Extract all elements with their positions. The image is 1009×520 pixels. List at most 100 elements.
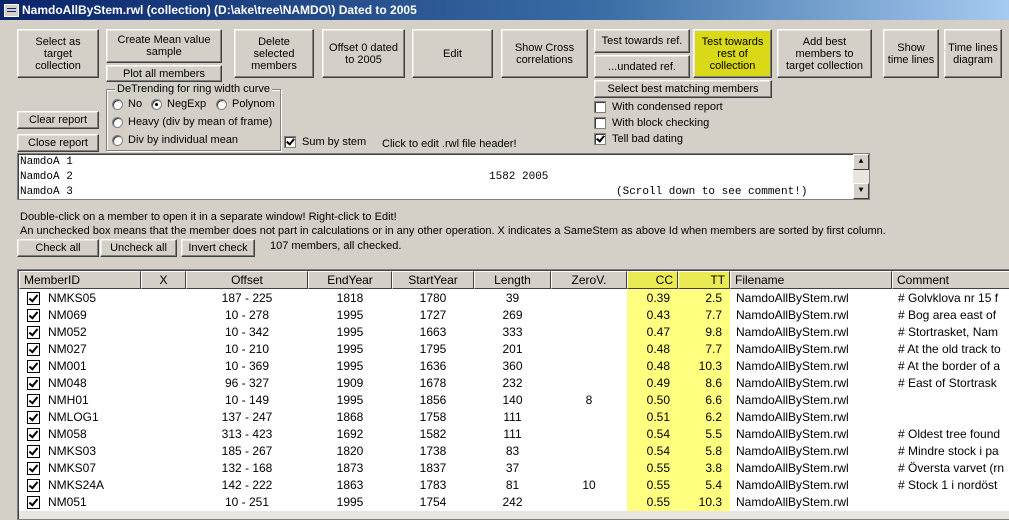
- cell-cc: 0.49: [646, 376, 670, 390]
- radio-heavy[interactable]: Heavy (div by mean of frame): [112, 116, 272, 128]
- cell-member-id: NM001: [48, 359, 87, 373]
- table-row[interactable]: NM051 10 - 251 1995 1754 242 0.55 10.3 NamdoAll…: [19, 494, 1009, 511]
- edit-button[interactable]: Edit: [412, 29, 493, 78]
- header-zero-v[interactable]: ZeroV.: [551, 271, 627, 289]
- show-cross-correlations-button[interactable]: Show Cross correlations: [501, 29, 588, 78]
- row-checkbox[interactable]: [27, 394, 40, 407]
- select-best-matching-button[interactable]: Select best matching members: [594, 80, 772, 98]
- cell-start-year: 1663: [419, 325, 447, 339]
- show-time-lines-button[interactable]: Show time lines: [883, 29, 939, 78]
- cell-start-year: 1678: [419, 376, 447, 390]
- radio-no[interactable]: No: [112, 98, 142, 110]
- tell-bad-dating-box[interactable]: [594, 133, 606, 145]
- table-row[interactable]: NMH01 10 - 149 1995 1856 140 8 0.50 6.6 NamdoAll…: [19, 392, 1009, 409]
- cell-filename: NamdoAllByStem.rwl: [736, 461, 849, 475]
- table-row[interactable]: NMLOG1 137 - 247 1868 1758 111 0.51 6.2 NamdoAl…: [19, 409, 1009, 426]
- header-x[interactable]: X: [141, 271, 186, 289]
- time-lines-diagram-button[interactable]: Time lines diagram: [944, 29, 1002, 78]
- table-row[interactable]: NMKS24A 142 - 222 1863 1783 81 10 0.55 5.4 Namdo…: [19, 477, 1009, 494]
- members-table[interactable]: MemberID X Offset EndYear StartYear Length Zer…: [17, 269, 1009, 520]
- row-checkbox[interactable]: [27, 309, 40, 322]
- select-target-collection-button[interactable]: Select as target collection: [17, 29, 99, 78]
- cell-offset: 187 - 225: [221, 291, 273, 305]
- header-filename[interactable]: Filename: [730, 271, 892, 289]
- clear-report-button[interactable]: Clear report: [17, 111, 99, 129]
- header-comment[interactable]: Comment: [892, 271, 1009, 289]
- close-report-button[interactable]: Close report: [17, 134, 99, 152]
- cell-cc: 0.43: [646, 308, 670, 322]
- undated-ref-button[interactable]: ...undated ref.: [594, 55, 690, 78]
- sum-by-stem-box[interactable]: [284, 136, 296, 148]
- block-checking-checkbox[interactable]: With block checking: [594, 117, 709, 129]
- test-rest-of-collection-button[interactable]: Test towards rest of collection: [693, 29, 772, 78]
- header-length[interactable]: Length: [474, 271, 551, 289]
- row-checkbox[interactable]: [27, 428, 40, 441]
- header-end-year[interactable]: EndYear: [308, 271, 392, 289]
- tell-bad-dating-checkbox[interactable]: Tell bad dating: [594, 133, 683, 145]
- scroll-down-icon[interactable]: ▼: [853, 183, 869, 199]
- table-row[interactable]: NM001 10 - 369 1995 1636 360 0.48 10.3 NamdoAll…: [19, 358, 1009, 375]
- header-cc[interactable]: CC: [627, 271, 678, 289]
- cell-zero-v: [551, 375, 627, 392]
- row-checkbox[interactable]: [27, 377, 40, 390]
- report-memo[interactable]: NamdoA 1 NamdoA 2 NamdoA 3 1582 2005 (Sc…: [17, 153, 870, 200]
- table-row[interactable]: NM069 10 - 278 1995 1727 269 0.43 7.7 NamdoAllB…: [19, 307, 1009, 324]
- cell-member-id: NM051: [48, 495, 87, 509]
- cell-filename: NamdoAllByStem.rwl: [736, 308, 849, 322]
- row-checkbox[interactable]: [27, 496, 40, 509]
- radio-div-individual[interactable]: Div by individual mean: [112, 134, 238, 146]
- row-checkbox[interactable]: [27, 360, 40, 373]
- table-row[interactable]: NM048 96 - 327 1909 1678 232 0.49 8.6 NamdoAllB…: [19, 375, 1009, 392]
- memo-line: NamdoA 2: [20, 171, 73, 183]
- check-all-button[interactable]: Check all: [17, 239, 99, 257]
- header-offset[interactable]: Offset: [186, 271, 308, 289]
- condensed-report-checkbox[interactable]: With condensed report: [594, 101, 723, 113]
- header-tt[interactable]: TT: [678, 271, 730, 289]
- cell-comment: # Stortrasket, Nam: [898, 325, 999, 339]
- table-horizontal-scrollbar[interactable]: [19, 511, 1009, 519]
- condensed-report-box[interactable]: [594, 101, 606, 113]
- cell-cc: 0.51: [646, 410, 670, 424]
- cell-offset: 10 - 369: [224, 359, 270, 373]
- table-row[interactable]: NM027 10 - 210 1995 1795 201 0.48 7.7 NamdoAllB…: [19, 341, 1009, 358]
- row-checkbox[interactable]: [27, 292, 40, 305]
- row-checkbox[interactable]: [27, 343, 40, 356]
- row-checkbox[interactable]: [27, 326, 40, 339]
- delete-selected-members-button[interactable]: Delete selected members: [234, 29, 314, 78]
- radio-div-individual-circle[interactable]: [112, 134, 123, 146]
- create-mean-sample-button[interactable]: Create Mean value sample: [106, 29, 222, 63]
- row-checkbox[interactable]: [27, 462, 40, 475]
- radio-negexp-circle[interactable]: [151, 98, 162, 110]
- memo-scrollbar[interactable]: ▲ ▼: [853, 154, 869, 199]
- table-row[interactable]: NMKS07 132 - 168 1873 1837 37 0.55 3.8 NamdoAll…: [19, 460, 1009, 477]
- cell-cc: 0.55: [646, 495, 670, 509]
- uncheck-all-button[interactable]: Uncheck all: [100, 239, 177, 257]
- edit-header-hint[interactable]: Click to edit .rwl file header!: [382, 138, 517, 150]
- invert-check-button[interactable]: Invert check: [181, 239, 255, 257]
- cell-start-year: 1837: [419, 461, 447, 475]
- cell-offset: 10 - 149: [224, 393, 270, 407]
- cell-tt: 2.5: [705, 291, 722, 305]
- scroll-up-icon[interactable]: ▲: [853, 154, 869, 170]
- header-start-year[interactable]: StartYear: [392, 271, 474, 289]
- row-checkbox[interactable]: [27, 445, 40, 458]
- radio-negexp[interactable]: NegExp: [151, 98, 206, 110]
- table-row[interactable]: NM052 10 - 342 1995 1663 333 0.47 9.8 NamdoAllB…: [19, 324, 1009, 341]
- radio-heavy-circle[interactable]: [112, 116, 123, 128]
- plot-all-members-button[interactable]: Plot all members: [106, 65, 222, 82]
- row-checkbox[interactable]: [27, 411, 40, 424]
- radio-polynom-circle[interactable]: [216, 98, 227, 110]
- table-row[interactable]: NMKS03 185 - 267 1820 1738 83 0.54 5.8 NamdoAll…: [19, 443, 1009, 460]
- radio-no-circle[interactable]: [112, 98, 123, 110]
- block-checking-box[interactable]: [594, 117, 606, 129]
- test-towards-ref-button[interactable]: Test towards ref.: [594, 29, 690, 53]
- radio-polynom[interactable]: Polynom: [216, 98, 275, 110]
- table-row[interactable]: NM058 313 - 423 1692 1582 111 0.54 5.5 NamdoAll…: [19, 426, 1009, 443]
- header-member-id[interactable]: MemberID: [19, 271, 141, 289]
- offset-zero-button[interactable]: Offset 0 dated to 2005: [322, 29, 405, 78]
- add-best-members-button[interactable]: Add best members to target collection: [777, 29, 872, 78]
- row-checkbox[interactable]: [27, 479, 40, 492]
- cell-tt: 10.3: [698, 495, 722, 509]
- sum-by-stem-checkbox[interactable]: Sum by stem: [284, 136, 366, 148]
- table-row[interactable]: NMKS05 187 - 225 1818 1780 39 0.39 2.5 NamdoAll…: [19, 290, 1009, 307]
